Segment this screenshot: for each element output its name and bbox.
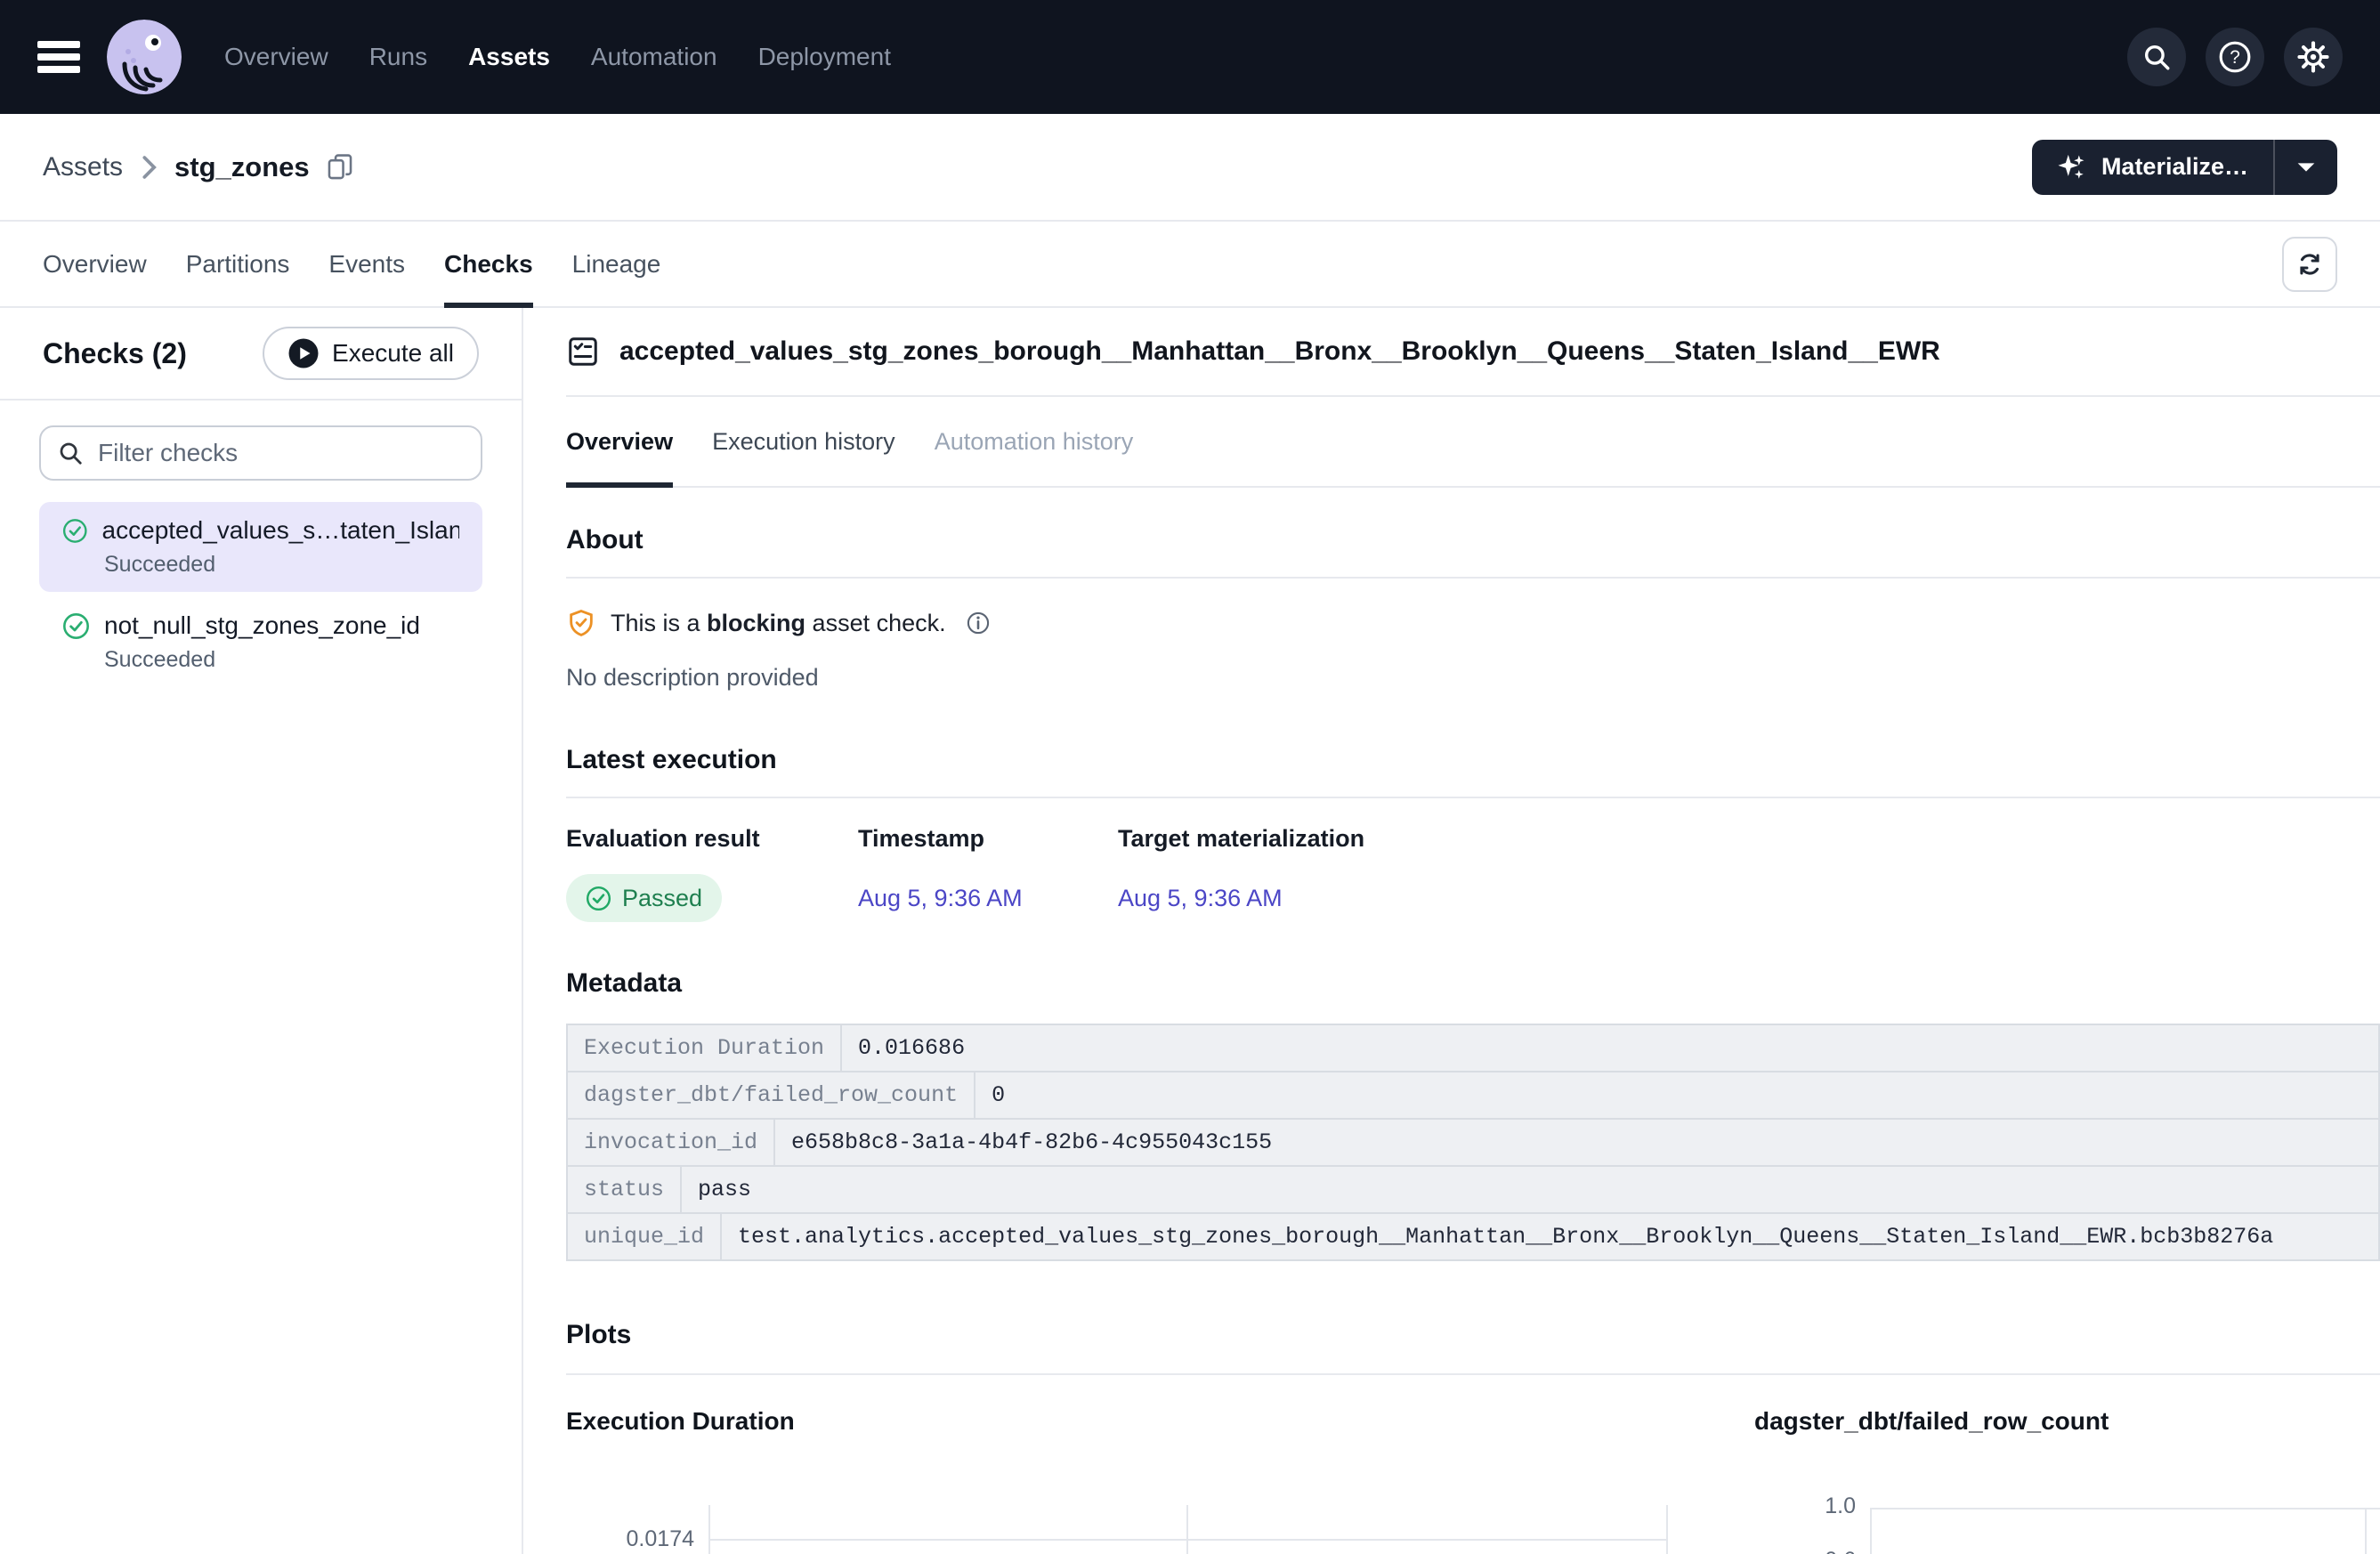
settings-button[interactable] [2284,28,2343,86]
play-circle-icon [287,337,320,369]
blocking-note: This is a blocking asset check. [566,607,2380,639]
caret-down-icon [2296,161,2316,174]
divider [566,1373,2380,1375]
materialize-split-button: Materialize… [2032,140,2337,195]
check-detail-tabs: Overview Execution history Automation hi… [566,397,2380,488]
search-icon [2141,42,2172,72]
chart-canvas: 1.0 0.6 [1870,1505,2365,1554]
check-title: accepted_values_stg_zones_borough__Manha… [619,336,1940,367]
checks-sidebar: Checks (2) Execute all accepted_values_s… [0,308,523,1554]
check-circle-icon [586,886,611,911]
help-icon: ? [2217,39,2253,75]
execute-all-button[interactable]: Execute all [263,327,479,380]
check-circle-icon [62,517,88,545]
asset-tabs-bar: Overview Partitions Events Checks Lineag… [0,222,2380,308]
svg-text:?: ? [2230,47,2240,68]
top-nav-links: Overview Runs Assets Automation Deployme… [224,43,891,71]
col-evaluation-result: Evaluation result [566,825,858,853]
check-tab-execution-history[interactable]: Execution history [712,397,895,486]
col-target-materialization: Target materialization [1118,825,1364,853]
execution-duration-chart: Execution Duration 0.0174 [566,1407,1754,1554]
divider [566,577,2380,579]
nav-automation[interactable]: Automation [591,43,717,71]
y-tick-label: 1.0 [1825,1493,1856,1519]
check-tab-automation-history[interactable]: Automation history [935,397,1134,486]
chevron-right-icon [139,155,158,180]
materialize-label: Materialize… [2101,153,2248,181]
tab-events[interactable]: Events [328,222,405,306]
col-timestamp: Timestamp [858,825,1118,853]
nav-overview[interactable]: Overview [224,43,328,71]
check-detail-panel: accepted_values_stg_zones_borough__Manha… [523,308,2380,1554]
passed-badge: Passed [566,874,722,922]
check-list-item-not-null[interactable]: not_null_stg_zones_zone_id Succeeded [39,597,482,687]
tab-partitions[interactable]: Partitions [186,222,290,306]
filter-checks-input[interactable] [39,425,482,481]
latest-execution-heading: Latest execution [566,745,2380,775]
check-list: accepted_values_s…taten_Island_ Succeede… [39,502,482,687]
info-icon[interactable] [966,611,991,635]
failed-row-count-chart: dagster_dbt/failed_row_count 1.0 0.6 [1754,1407,2380,1554]
checks-count-title: Checks (2) [43,337,187,370]
metadata-table: Execution Duration 0.016686 dagster_dbt/… [566,1024,2380,1261]
table-row: unique_id test.analytics.accepted_values… [568,1214,2378,1261]
breadcrumb-current: stg_zones [174,151,310,183]
refresh-button[interactable] [2282,237,2337,292]
timestamp-link[interactable]: Aug 5, 9:36 AM [858,885,1023,911]
chart-title: dagster_dbt/failed_row_count [1754,1407,2380,1436]
nav-assets[interactable]: Assets [468,43,550,71]
search-icon [57,440,84,466]
top-nav: Overview Runs Assets Automation Deployme… [0,0,2380,114]
check-status: Succeeded [104,647,459,673]
check-tab-overview[interactable]: Overview [566,397,673,486]
materialize-button[interactable]: Materialize… [2032,140,2273,195]
target-materialization-link[interactable]: Aug 5, 9:36 AM [1118,885,1283,911]
menu-icon[interactable] [37,41,80,73]
check-list-item-accepted-values[interactable]: accepted_values_s…taten_Island_ Succeede… [39,502,482,592]
divider [566,797,2380,798]
chart-canvas: 0.0174 [708,1505,1670,1554]
tab-overview[interactable]: Overview [43,222,147,306]
table-row: dagster_dbt/failed_row_count 0 [568,1072,2378,1120]
table-row: status pass [568,1167,2378,1214]
sparkle-icon [2057,152,2087,182]
breadcrumb-assets-link[interactable]: Assets [43,152,123,182]
help-button[interactable]: ? [2206,28,2264,86]
y-tick-label: 0.6 [1825,1548,1856,1554]
materialize-dropdown-button[interactable] [2275,140,2337,195]
dagster-app: Overview Runs Assets Automation Deployme… [0,0,2380,1554]
table-row: Execution Duration 0.016686 [568,1025,2378,1072]
dagster-logo-icon[interactable] [107,20,182,94]
metadata-heading: Metadata [566,968,2380,999]
shield-check-icon [566,607,596,639]
about-heading: About [566,525,2380,555]
asset-check-icon [566,335,600,368]
breadcrumb-bar: Assets stg_zones Materialize… [0,114,2380,222]
no-description-text: No description provided [566,664,2380,692]
refresh-icon [2295,250,2324,279]
search-button[interactable] [2127,28,2186,86]
table-row: invocation_id e658b8c8-3a1a-4b4f-82b6-4c… [568,1120,2378,1167]
plots-heading: Plots [566,1320,2380,1350]
tab-lineage[interactable]: Lineage [572,222,661,306]
tab-checks[interactable]: Checks [444,222,533,306]
gear-icon [2296,40,2330,74]
y-tick-label: 0.0174 [627,1526,694,1552]
nav-runs[interactable]: Runs [369,43,427,71]
nav-deployment[interactable]: Deployment [758,43,891,71]
chart-title: Execution Duration [566,1407,1754,1436]
copy-icon[interactable] [326,152,354,182]
check-status: Succeeded [104,552,459,578]
check-circle-icon [62,612,90,640]
